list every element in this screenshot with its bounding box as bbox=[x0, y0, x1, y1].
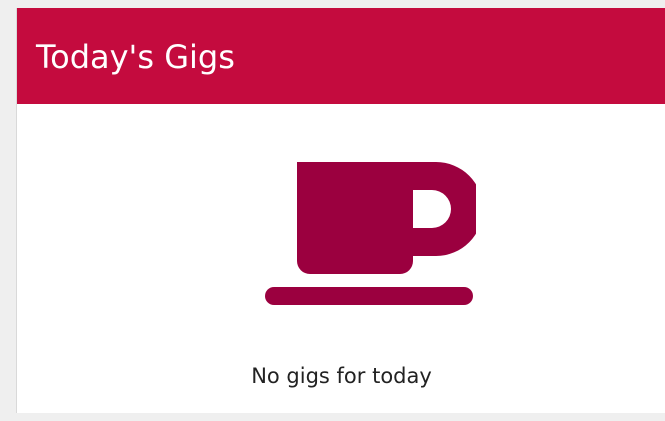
panel-title: Today's Gigs bbox=[36, 38, 235, 76]
empty-state: No gigs for today bbox=[17, 104, 665, 413]
empty-message: No gigs for today bbox=[251, 364, 432, 388]
panel-header: Today's Gigs bbox=[17, 8, 665, 104]
coffee-cup-icon bbox=[265, 162, 476, 305]
todays-gigs-panel: Today's Gigs No gigs for today bbox=[16, 8, 665, 413]
screen: Today's Gigs No gigs for today bbox=[0, 0, 665, 421]
